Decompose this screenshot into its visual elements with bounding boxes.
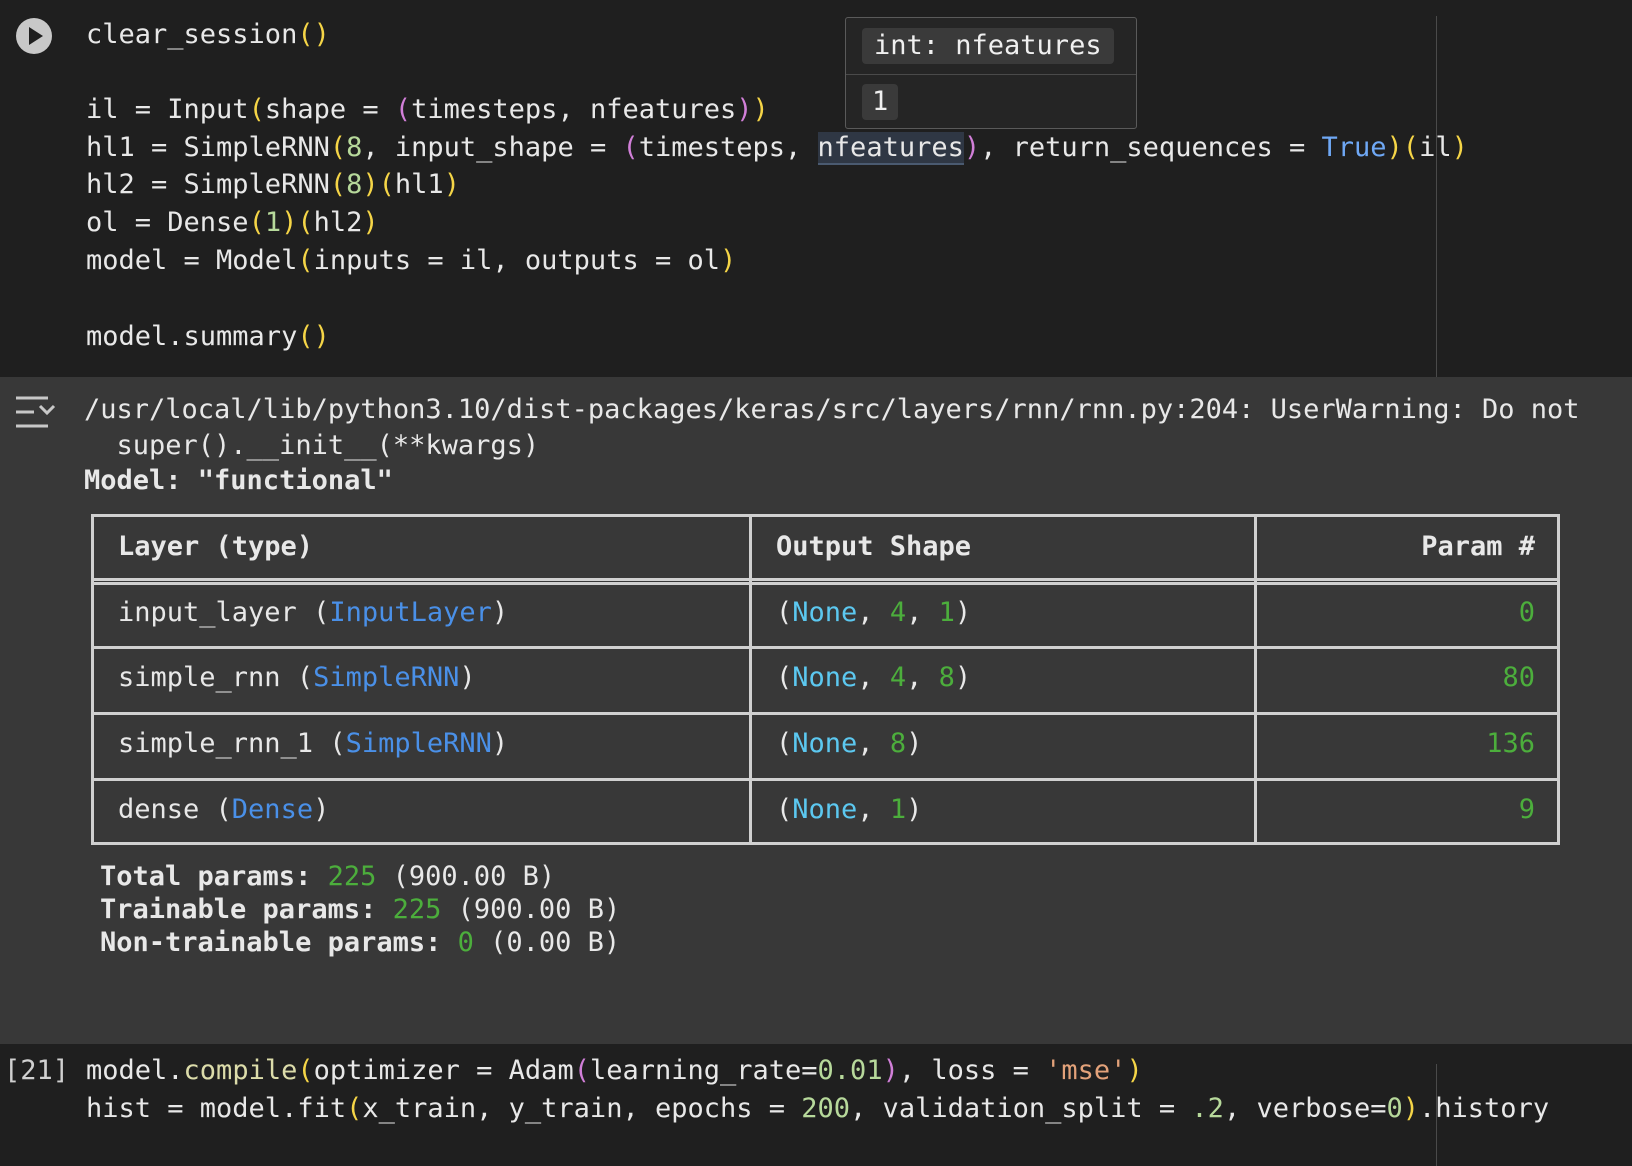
warning-text: /usr/local/lib/python3.10/dist-packages/… <box>84 394 1580 425</box>
code-line-1[interactable]: model.compile(optimizer = Adam(learning_… <box>86 1052 1143 1090</box>
column-ruler <box>1436 16 1437 377</box>
param-cell: 80 <box>1502 662 1535 693</box>
non-trainable-params: Non-trainable params: 0 (0.00 B) <box>100 927 621 958</box>
shape-cell: (None, 4, 8) <box>776 662 972 693</box>
shape-cell: (None, 4, 1) <box>776 597 972 628</box>
code-cell-2[interactable]: [21] model.compile(optimizer = Adam(lear… <box>0 1044 1632 1166</box>
trainable-params: Trainable params: 225 (900.00 B) <box>100 894 621 925</box>
code-line-9[interactable]: model.summary() <box>86 318 330 356</box>
param-cell: 9 <box>1518 794 1535 825</box>
code-cell-1[interactable]: clear_session() il = Input(shape = (time… <box>0 0 1632 377</box>
layer-cell: simple_rnn (SimpleRNN) <box>118 662 476 693</box>
param-cell: 0 <box>1518 597 1535 628</box>
row-divider <box>94 778 1557 781</box>
total-params: Total params: 225 (900.00 B) <box>100 861 556 892</box>
code-line-1[interactable]: clear_session() <box>86 16 330 54</box>
layer-cell: dense (Dense) <box>118 794 330 825</box>
code-line-2[interactable]: hist = model.fit(x_train, y_train, epoch… <box>86 1090 1549 1128</box>
header-divider <box>94 578 1557 581</box>
model-summary-table: Layer (type) Output Shape Param # input_… <box>91 514 1560 845</box>
code-line-3[interactable]: il = Input(shape = (timesteps, nfeatures… <box>86 91 769 129</box>
col-divider <box>1254 517 1257 842</box>
play-icon <box>29 27 43 45</box>
row-divider <box>94 712 1557 715</box>
layer-cell: simple_rnn_1 (SimpleRNN) <box>118 728 509 759</box>
code-line-5[interactable]: hl2 = SimpleRNN(8)(hl1) <box>86 166 460 204</box>
col-divider <box>749 517 752 842</box>
code-line-6[interactable]: ol = Dense(1)(hl2) <box>86 204 379 242</box>
output-actions-icon[interactable] <box>14 392 58 432</box>
header-param-count: Param # <box>1421 531 1535 562</box>
code-line-7[interactable]: model = Model(inputs = il, outputs = ol) <box>86 242 736 280</box>
hover-tooltip: int: nfeatures 1 <box>845 17 1137 129</box>
header-layer-type: Layer (type) <box>118 531 314 562</box>
param-cell: 136 <box>1486 728 1535 759</box>
header-divider <box>94 582 1557 585</box>
tooltip-signature: int: nfeatures <box>862 28 1114 64</box>
model-title: Model: "functional" <box>84 465 393 496</box>
shape-cell: (None, 1) <box>776 794 923 825</box>
tooltip-value: 1 <box>862 84 899 120</box>
row-divider <box>94 646 1557 649</box>
code-line-4[interactable]: hl1 = SimpleRNN(8, input_shape = (timest… <box>86 129 1468 167</box>
run-cell-button[interactable] <box>16 18 52 54</box>
execution-count: [21] <box>4 1055 70 1086</box>
warning-continuation: super().__init__(**kwargs) <box>84 430 540 461</box>
hovered-token: nfeatures <box>817 132 964 165</box>
shape-cell: (None, 8) <box>776 728 923 759</box>
header-output-shape: Output Shape <box>776 531 972 562</box>
layer-cell: input_layer (InputLayer) <box>118 597 509 628</box>
tooltip-divider <box>846 74 1136 75</box>
